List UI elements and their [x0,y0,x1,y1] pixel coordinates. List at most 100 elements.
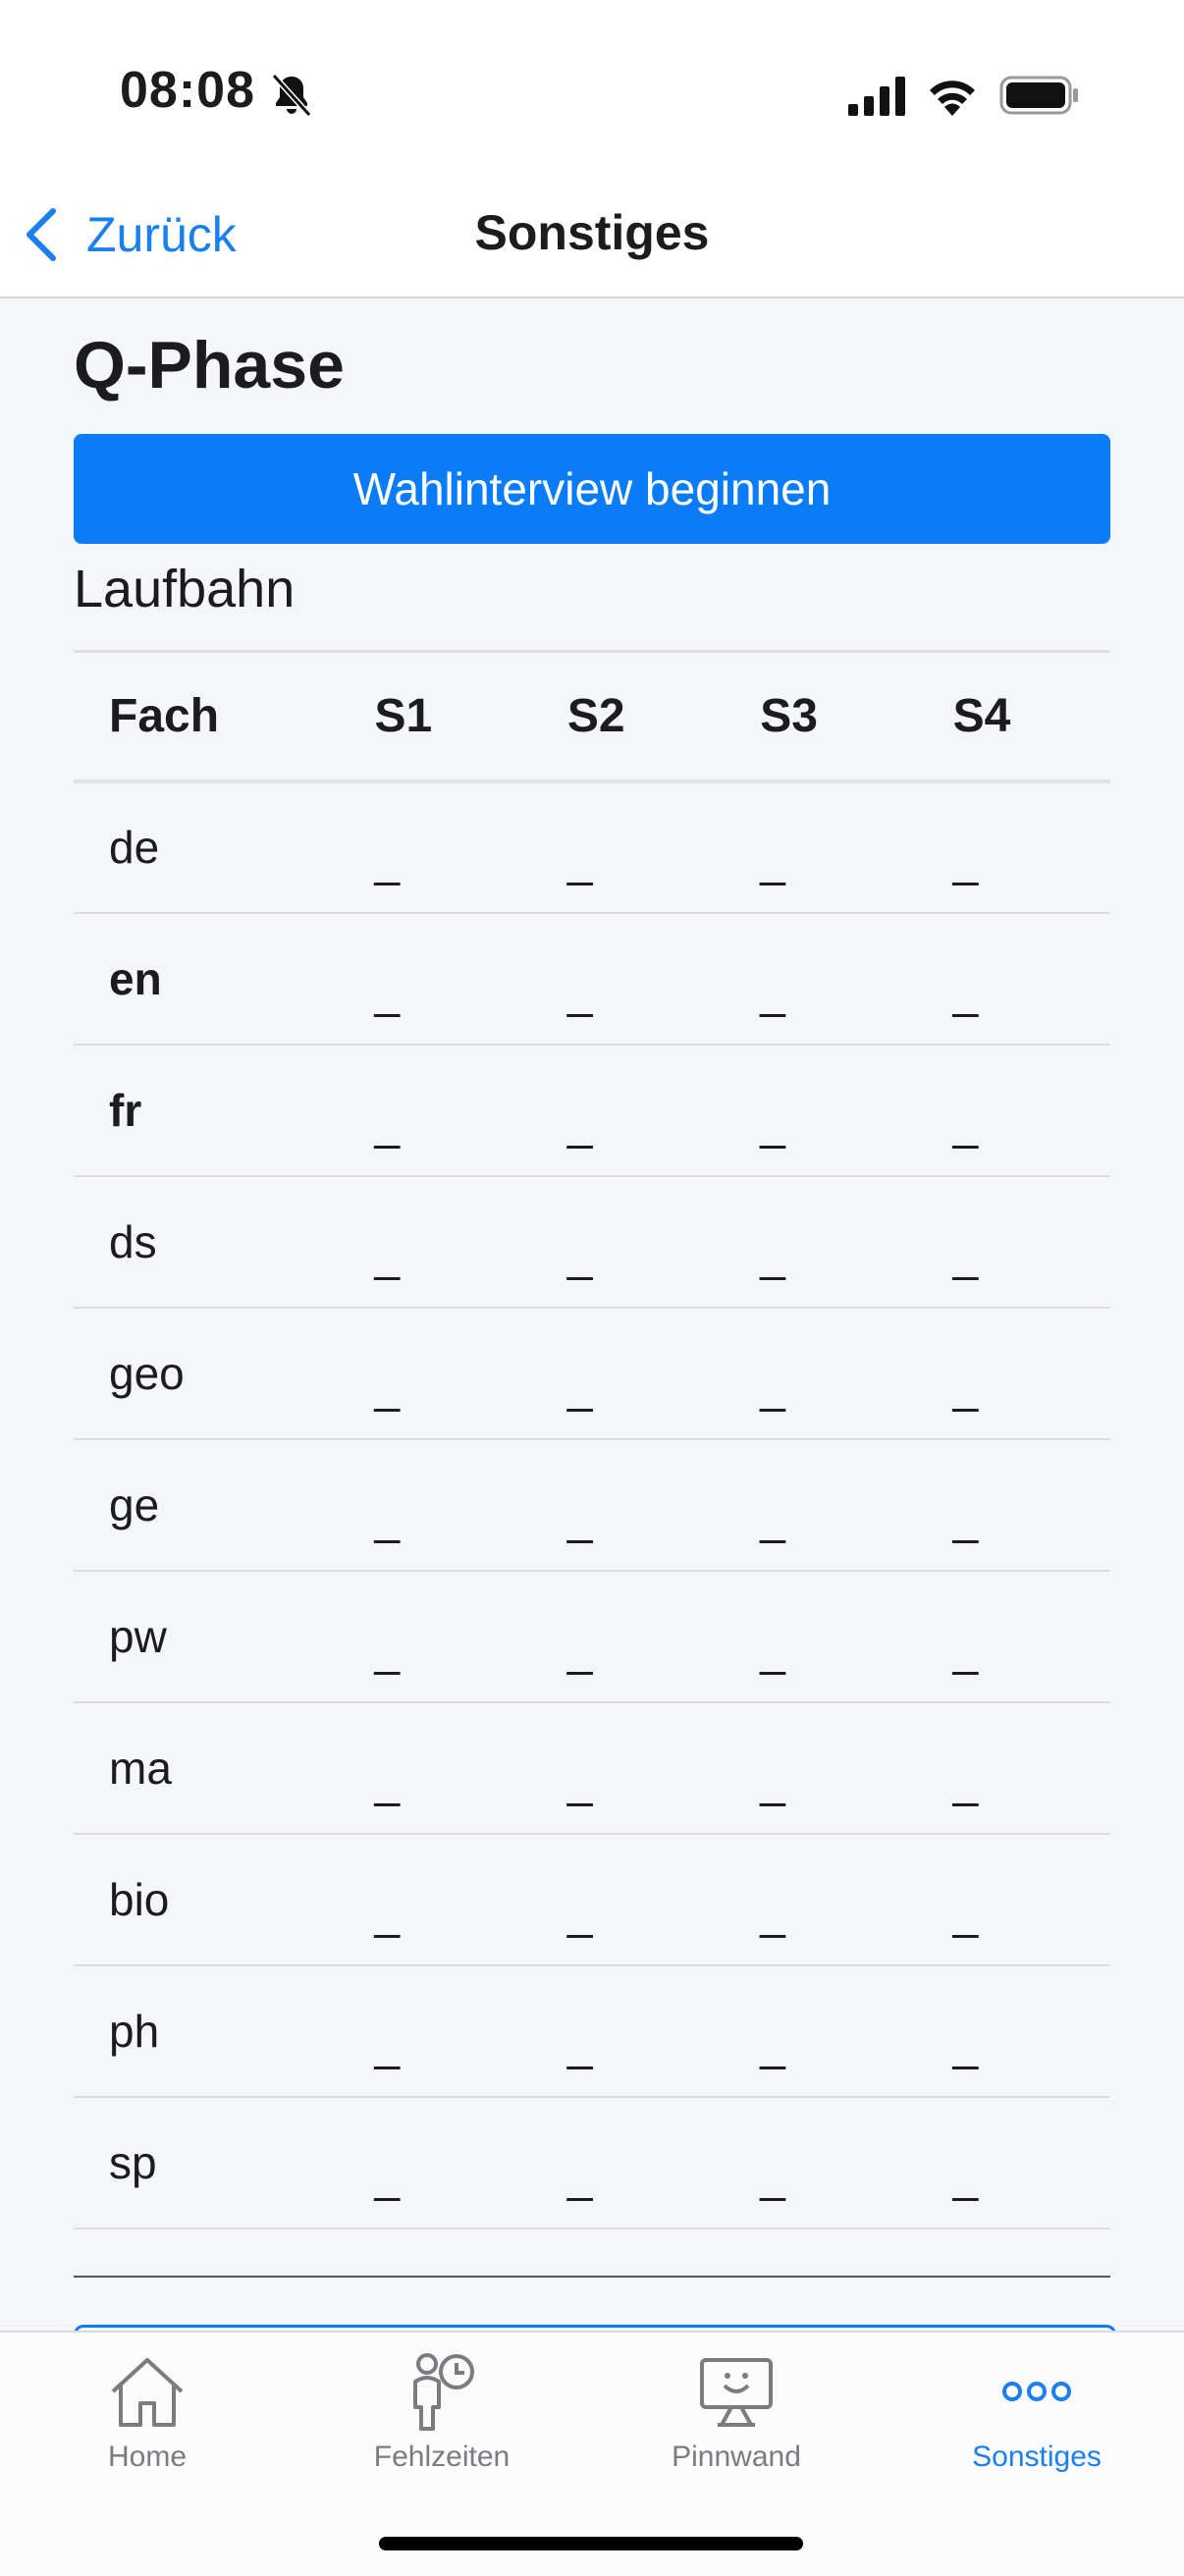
semester-value: _ [566,2150,593,2202]
semester-cell: _ [532,1965,725,2097]
table-row: bio _ _ _ _ [74,1834,1110,1965]
subject-cell: ds [109,1215,157,1267]
semester-value: _ [952,1887,979,1939]
semester-cell: _ [725,1439,917,1571]
wifi-icon [930,80,975,116]
semester-value: _ [374,1492,401,1544]
semester-cell: _ [340,1702,532,1834]
semester-value: _ [760,1755,785,1807]
home-indicator[interactable] [379,2537,803,2550]
battery-icon [999,76,1078,115]
semester-cell: _ [340,1834,532,1965]
cellular-signal-icon [848,77,905,116]
table-row: geo _ _ _ _ [74,1308,1110,1439]
tab-home[interactable]: Home [0,2352,295,2474]
semester-value: _ [760,1229,785,1281]
semester-cell: _ [340,781,532,913]
semester-cell: _ [918,1571,1110,1702]
subject-cell: en [109,952,162,1004]
semester-cell: _ [340,1571,532,1702]
semester-cell: _ [725,2097,917,2228]
tab-sonstiges[interactable]: Sonstiges [889,2352,1184,2474]
semester-value: _ [374,1624,401,1676]
semester-cell: _ [725,781,917,913]
subject-cell: geo [109,1347,185,1399]
semester-value: _ [374,1887,401,1939]
semester-value: _ [566,1887,593,1939]
semester-value: _ [566,1229,593,1281]
semester-cell: _ [918,913,1110,1045]
semester-value: _ [566,835,593,886]
semester-value: _ [760,966,785,1018]
semester-value: _ [760,1887,785,1939]
table-row: de _ _ _ _ [74,781,1110,913]
semester-cell: _ [340,1439,532,1571]
semester-value: _ [374,1755,401,1807]
monitor-smiley-icon [700,2358,773,2427]
semester-value: _ [760,1361,785,1413]
semester-value: _ [374,1098,401,1150]
table-row: sp _ _ _ _ [74,2097,1110,2228]
semester-cell: _ [725,913,917,1045]
semester-cell: _ [918,2097,1110,2228]
house-icon [111,2358,184,2427]
table-row: fr _ _ _ _ [74,1045,1110,1176]
laufbahn-table: Fach S1 S2 S3 S4 de _ _ _ _ en _ _ _ _ fr _ _ _ _ ds _ _ _… [74,650,1110,2229]
navigation-bar: Zurück Sonstiges [0,177,1184,298]
semester-cell: _ [918,781,1110,913]
semester-value: _ [566,1755,593,1807]
column-header: S1 [374,689,433,742]
semester-value: _ [952,1492,979,1544]
semester-value: _ [952,2150,979,2202]
tab-label: Home [107,2441,188,2473]
semester-value: _ [760,2018,785,2070]
semester-cell: _ [532,913,725,1045]
semester-cell: _ [725,1965,917,2097]
semester-cell: _ [532,1045,725,1176]
table-row: en _ _ _ _ [74,913,1110,1045]
subject-cell: ph [109,2005,160,2057]
semester-value: _ [374,2018,401,2070]
tab-fehlzeiten[interactable]: Fehlzeiten [295,2352,589,2474]
semester-value: _ [566,1361,593,1413]
semester-cell: _ [918,1045,1110,1176]
semester-cell: _ [532,1439,725,1571]
semester-cell: _ [918,1965,1110,2097]
semester-value: _ [566,966,593,1018]
semester-value: _ [952,1624,979,1676]
semester-cell: _ [340,1308,532,1439]
semester-cell: _ [725,1308,917,1439]
semester-cell: _ [532,781,725,913]
semester-value: _ [566,1098,593,1150]
section-title: Laufbahn [74,560,296,618]
semester-cell: _ [725,1571,917,1702]
subject-cell: sp [109,2136,157,2188]
tab-label: Sonstiges [972,2441,1102,2473]
semester-cell: _ [532,1571,725,1702]
semester-value: _ [374,1361,401,1413]
tab-pinnwand[interactable]: Pinnwand [589,2352,884,2474]
semester-cell: _ [532,1834,725,1965]
semester-cell: _ [532,1176,725,1308]
semester-cell: _ [532,1308,725,1439]
subject-cell: bio [109,1873,170,1925]
semester-cell: _ [918,1439,1110,1571]
person-clock-icon [413,2353,474,2431]
start-interview-button[interactable]: Wahlinterview beginnen [74,434,1110,544]
status-bar: 08:08 [0,0,1184,177]
subject-cell: ge [109,1478,160,1530]
semester-value: _ [952,1755,979,1807]
semester-cell: _ [340,1965,532,2097]
semester-cell: _ [532,1702,725,1834]
semester-value: _ [952,835,979,886]
semester-value: _ [760,835,785,886]
semester-cell: _ [340,1176,532,1308]
semester-value: _ [374,835,401,886]
table-header-row: Fach S1 S2 S3 S4 [74,651,1110,781]
semester-cell: _ [725,1176,917,1308]
semester-cell: _ [918,1702,1110,1834]
more-dots-icon [1002,2382,1071,2401]
subject-cell: pw [109,1610,167,1662]
table-row: ge _ _ _ _ [74,1439,1110,1571]
column-header: S4 [952,689,1011,742]
